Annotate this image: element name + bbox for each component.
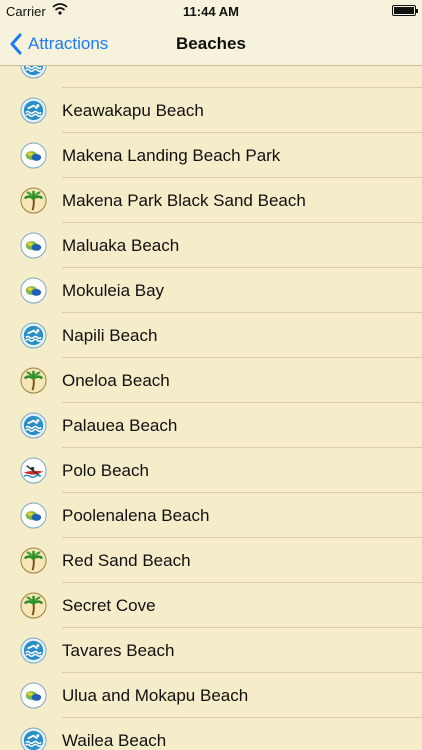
beach-name: Poolenalena Beach bbox=[62, 506, 210, 525]
beach-name: Palauea Beach bbox=[62, 416, 178, 435]
beach-row[interactable]: Keawakapu Beach bbox=[0, 88, 422, 133]
beach-row[interactable]: Secret Cove bbox=[0, 583, 422, 628]
navigation-bar: Attractions Beaches bbox=[0, 22, 422, 66]
beach-row[interactable]: Wailea Beach bbox=[0, 718, 422, 750]
snorkel-icon bbox=[20, 682, 47, 709]
beach-name: Napili Beach bbox=[62, 326, 158, 345]
beach-row[interactable]: Palauea Beach bbox=[0, 403, 422, 448]
beach-row[interactable]: Oneloa Beach bbox=[0, 358, 422, 403]
palm-tree-icon bbox=[20, 187, 47, 214]
beach-name: Maluaka Beach bbox=[62, 236, 180, 255]
beach-name: Ulua and Mokapu Beach bbox=[62, 686, 249, 705]
beach-name: Makena Landing Beach Park bbox=[62, 146, 281, 165]
beach-row[interactable]: Tavares Beach bbox=[0, 628, 422, 673]
palm-tree-icon bbox=[20, 367, 47, 394]
beach-name: Mokuleia Bay bbox=[62, 281, 165, 300]
snorkel-icon bbox=[20, 502, 47, 529]
beach-row[interactable]: Napili Beach bbox=[0, 313, 422, 358]
swim-icon bbox=[20, 322, 47, 349]
swim-icon bbox=[20, 66, 47, 79]
beach-name: Polo Beach bbox=[62, 461, 149, 480]
swim-icon bbox=[20, 97, 47, 124]
beach-row[interactable]: Makena Landing Beach Park bbox=[0, 133, 422, 178]
palm-tree-icon bbox=[20, 592, 47, 619]
kayak-icon bbox=[20, 457, 47, 484]
palm-tree-icon bbox=[20, 547, 47, 574]
beach-name: Keawakapu Beach bbox=[62, 101, 204, 120]
beach-row[interactable] bbox=[0, 66, 422, 88]
beach-name: Red Sand Beach bbox=[62, 551, 191, 570]
beach-row[interactable]: Polo Beach bbox=[0, 448, 422, 493]
beach-name: Makena Park Black Sand Beach bbox=[62, 191, 306, 210]
beach-row[interactable]: Red Sand Beach bbox=[0, 538, 422, 583]
swim-icon bbox=[20, 412, 47, 439]
page-title: Beaches bbox=[176, 34, 246, 53]
status-bar: Carrier 11:44 AM bbox=[0, 0, 422, 22]
beach-row[interactable]: Ulua and Mokapu Beach bbox=[0, 673, 422, 718]
battery-icon bbox=[392, 5, 418, 16]
snorkel-icon bbox=[20, 142, 47, 169]
beach-row[interactable]: Makena Park Black Sand Beach bbox=[0, 178, 422, 223]
beach-row[interactable]: Maluaka Beach bbox=[0, 223, 422, 268]
beach-row[interactable]: Poolenalena Beach bbox=[0, 493, 422, 538]
snorkel-icon bbox=[20, 277, 47, 304]
clock: 11:44 AM bbox=[183, 4, 239, 19]
beach-name: Tavares Beach bbox=[62, 641, 175, 660]
swim-icon bbox=[20, 727, 47, 750]
beach-name: Wailea Beach bbox=[62, 731, 167, 750]
snorkel-icon bbox=[20, 232, 47, 259]
beach-name: Oneloa Beach bbox=[62, 371, 170, 390]
beach-row[interactable]: Mokuleia Bay bbox=[0, 268, 422, 313]
beach-list[interactable]: Keawakapu Beach Makena Landing Beach Park… bbox=[0, 66, 422, 750]
beach-name: Secret Cove bbox=[62, 596, 156, 615]
swim-icon bbox=[20, 637, 47, 664]
